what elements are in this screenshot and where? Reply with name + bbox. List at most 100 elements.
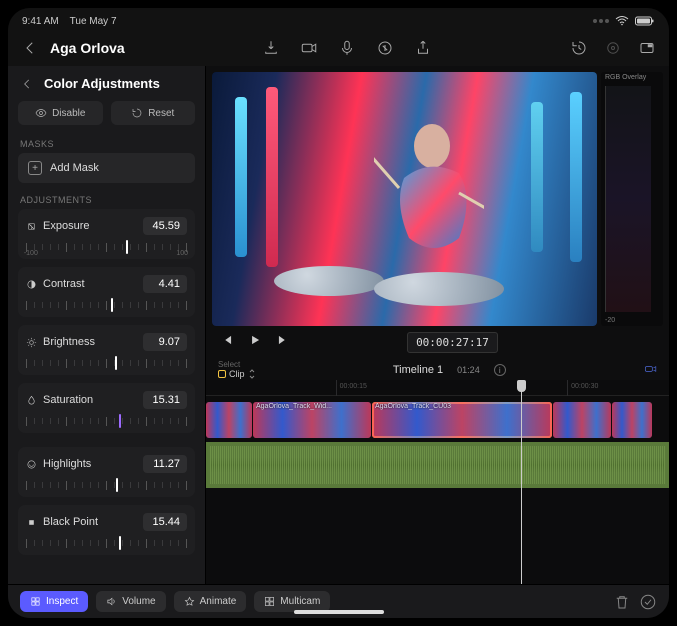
- clip-name: AgaOrlova_Track_Wid...: [256, 403, 332, 410]
- video-clip[interactable]: [553, 402, 611, 438]
- timeline-tools-icon[interactable]: [643, 362, 657, 378]
- reset-button[interactable]: Reset: [111, 101, 196, 125]
- timeline-name: Timeline 1: [393, 364, 443, 376]
- adjustment-contrast: Contrast 4.41: [18, 267, 195, 317]
- settings-dial-icon[interactable]: [603, 38, 623, 58]
- inspector-sidebar: Color Adjustments Disable Reset MASKS + …: [8, 66, 206, 584]
- status-bar: 9:41 AM Tue May 7: [8, 8, 669, 30]
- project-title: Aga Orlova: [50, 40, 125, 56]
- multicam-tab[interactable]: Multicam: [254, 591, 330, 612]
- video-clip[interactable]: [612, 402, 652, 438]
- info-icon[interactable]: i: [494, 364, 506, 376]
- transport-bar: 00:00:27:17: [206, 326, 669, 358]
- titles-icon[interactable]: [375, 38, 395, 58]
- animate-label: Animate: [200, 596, 237, 607]
- wifi-icon: [615, 16, 629, 26]
- panel-title: Color Adjustments: [44, 76, 160, 91]
- highlights-value[interactable]: 11.27: [143, 455, 187, 473]
- clip-selector-label: Clip: [229, 370, 245, 379]
- history-icon[interactable]: [569, 38, 589, 58]
- timeline[interactable]: 00:00:15 00:00:30 AgaOrlova_Track_Wid...…: [206, 380, 669, 584]
- timeline-header: Select Clip Timeline 1 01:24 i: [206, 358, 669, 380]
- animate-tab[interactable]: Animate: [174, 591, 247, 612]
- video-clip[interactable]: [206, 402, 252, 438]
- ruler-mark: 00:00:30: [571, 383, 598, 390]
- clip-name: AgaOrlova_Track_CU03: [375, 403, 451, 410]
- video-clip[interactable]: AgaOrlova_Track_Wid...: [253, 402, 371, 438]
- prev-frame-button[interactable]: [220, 333, 234, 352]
- audio-track[interactable]: [206, 442, 669, 488]
- scope-axis: [653, 86, 661, 312]
- camera-icon[interactable]: [299, 38, 319, 58]
- next-frame-button[interactable]: [276, 333, 290, 352]
- done-check-icon[interactable]: [639, 593, 657, 611]
- disable-label: Disable: [52, 108, 85, 119]
- scope-label: RGB Overlay: [605, 74, 646, 81]
- highlights-icon: [26, 459, 37, 470]
- panel-back-button[interactable]: [20, 77, 34, 91]
- clip-icon: [218, 370, 226, 378]
- brightness-value[interactable]: 9.07: [143, 333, 187, 351]
- trash-icon[interactable]: [613, 593, 631, 611]
- video-viewer[interactable]: [212, 72, 597, 326]
- brightness-slider[interactable]: [26, 357, 187, 369]
- volume-tab[interactable]: Volume: [96, 591, 165, 612]
- slider-knob[interactable]: [116, 478, 118, 492]
- home-indicator[interactable]: [294, 610, 384, 614]
- saturation-slider[interactable]: [26, 415, 187, 427]
- playhead[interactable]: [521, 380, 522, 584]
- adjustment-exposure: Exposure 45.59 -100 100: [18, 209, 195, 259]
- timeline-duration: 01:24: [457, 365, 480, 375]
- slider-knob[interactable]: [115, 356, 117, 370]
- timeline-ruler[interactable]: 00:00:15 00:00:30: [206, 380, 669, 396]
- ruler-mark: 00:00:15: [340, 383, 367, 390]
- status-date: Tue May 7: [70, 16, 117, 27]
- adjustment-blackpoint: Black Point 15.44: [18, 505, 195, 555]
- fullscreen-icon[interactable]: [637, 38, 657, 58]
- reset-label: Reset: [148, 108, 174, 119]
- signal-dots-icon: [593, 19, 609, 23]
- audio-waveform: [210, 446, 665, 484]
- contrast-value[interactable]: 4.41: [143, 275, 187, 293]
- disable-button[interactable]: Disable: [18, 101, 103, 125]
- adjustments-list[interactable]: Exposure 45.59 -100 100 Contr: [8, 209, 205, 584]
- scope-min: -20: [605, 317, 615, 324]
- brightness-label: Brightness: [43, 336, 95, 348]
- video-track[interactable]: AgaOrlova_Track_Wid... AgaOrlova_Track_CU…: [206, 402, 669, 438]
- voiceover-mic-icon[interactable]: [337, 38, 357, 58]
- playhead-knob[interactable]: [517, 380, 526, 392]
- blackpoint-icon: [26, 517, 37, 528]
- back-button[interactable]: [20, 38, 40, 58]
- saturation-label: Saturation: [43, 394, 93, 406]
- blackpoint-value[interactable]: 15.44: [143, 513, 187, 531]
- share-icon[interactable]: [413, 38, 433, 58]
- import-media-icon[interactable]: [261, 38, 281, 58]
- inspect-label: Inspect: [46, 596, 78, 607]
- contrast-label: Contrast: [43, 278, 85, 290]
- inspect-tab[interactable]: Inspect: [20, 591, 88, 612]
- exposure-icon: [26, 221, 37, 232]
- blackpoint-label: Black Point: [43, 516, 98, 528]
- brightness-icon: [26, 337, 37, 348]
- exposure-label: Exposure: [43, 220, 89, 232]
- exposure-value[interactable]: 45.59: [143, 217, 187, 235]
- play-button[interactable]: [248, 333, 262, 352]
- saturation-value[interactable]: 15.31: [143, 391, 187, 409]
- plus-icon: +: [28, 161, 42, 175]
- contrast-slider[interactable]: [26, 299, 187, 311]
- video-clip[interactable]: AgaOrlova_Track_CU03: [372, 402, 552, 438]
- masks-section-label: MASKS: [8, 133, 205, 153]
- audio-clip[interactable]: [206, 442, 669, 488]
- scope-waveform: [605, 86, 651, 312]
- highlights-slider[interactable]: [26, 479, 187, 491]
- video-scope[interactable]: RGB Overlay -20: [601, 72, 663, 326]
- slider-knob[interactable]: [126, 240, 128, 254]
- timecode-display[interactable]: 00:00:27:17: [407, 332, 498, 353]
- tick-min: -100: [24, 250, 38, 257]
- add-mask-button[interactable]: + Add Mask: [18, 153, 195, 183]
- blackpoint-slider[interactable]: [26, 537, 187, 549]
- highlights-label: Highlights: [43, 458, 91, 470]
- clip-selector[interactable]: Clip: [218, 369, 256, 379]
- adjustment-saturation: Saturation 15.31: [18, 383, 195, 433]
- exposure-slider[interactable]: -100 100: [26, 241, 187, 253]
